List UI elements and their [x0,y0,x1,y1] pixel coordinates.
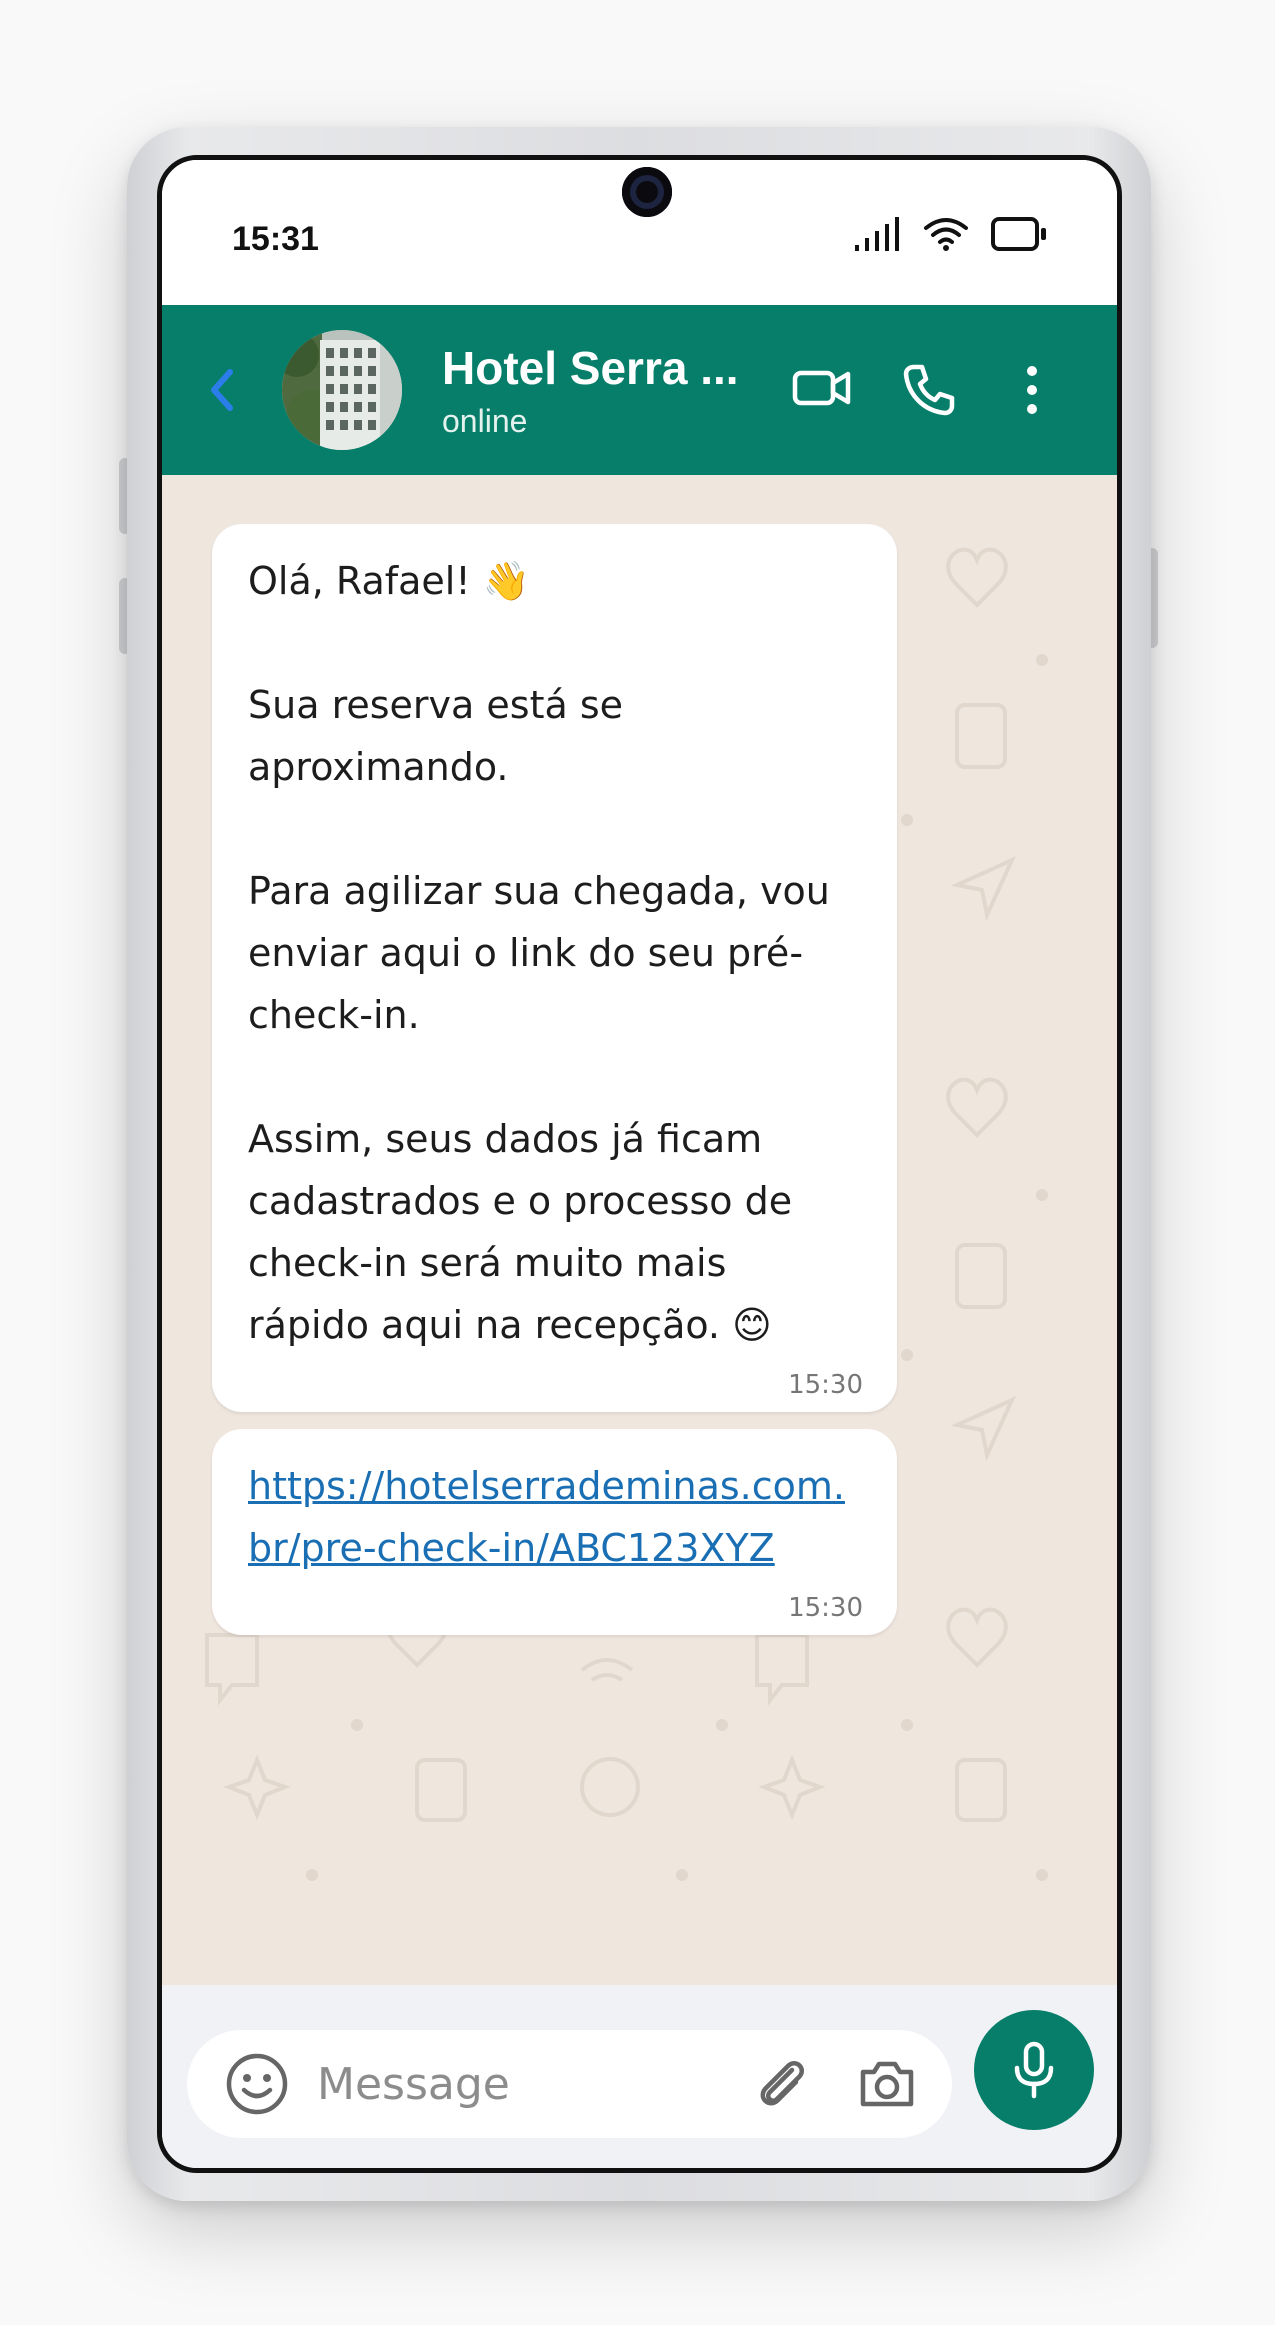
battery-icon [991,217,1046,251]
message-text: Olá, Rafael! 👋 Sua reserva está se aprox… [248,559,830,1347]
front-camera [622,167,672,217]
more-options-icon[interactable] [1022,363,1042,417]
wifi-icon [924,218,968,251]
camera-icon[interactable] [857,2056,917,2112]
message-timestamp: 15:30 [788,1593,863,1623]
message-timestamp: 15:30 [788,1370,863,1400]
attach-icon[interactable] [752,2054,812,2114]
status-icons [855,216,1047,252]
signal-icon [855,217,899,251]
chat-area: Olá, Rafael! 👋 Sua reserva está se aprox… [162,475,1117,1985]
composer-pill [187,2030,952,2138]
voice-message-button[interactable] [974,2010,1094,2130]
voice-call-icon[interactable] [902,363,956,417]
phone-screen: 15:31 Hotel Serra ... online Olá, Rafael… [157,155,1122,2173]
composer-bar [162,1985,1117,2168]
emoji-icon[interactable] [225,2052,289,2116]
pre-check-in-link[interactable]: https://hotelserrademinas.com.br/pre-che… [248,1455,861,1579]
message-bubble[interactable]: Olá, Rafael! 👋 Sua reserva está se aprox… [212,524,897,1412]
back-icon[interactable] [202,360,242,420]
chat-header: Hotel Serra ... online [162,305,1117,475]
message-input[interactable] [317,2050,737,2118]
microphone-icon [1014,2041,1054,2099]
video-call-icon[interactable] [792,363,852,413]
status-time: 15:31 [232,220,319,258]
status-bar: 15:31 [162,160,1117,305]
contact-name[interactable]: Hotel Serra ... [442,341,752,395]
contact-avatar[interactable] [282,330,402,450]
contact-status: online [442,403,528,439]
message-bubble-link[interactable]: https://hotelserrademinas.com.br/pre-che… [212,1429,897,1635]
